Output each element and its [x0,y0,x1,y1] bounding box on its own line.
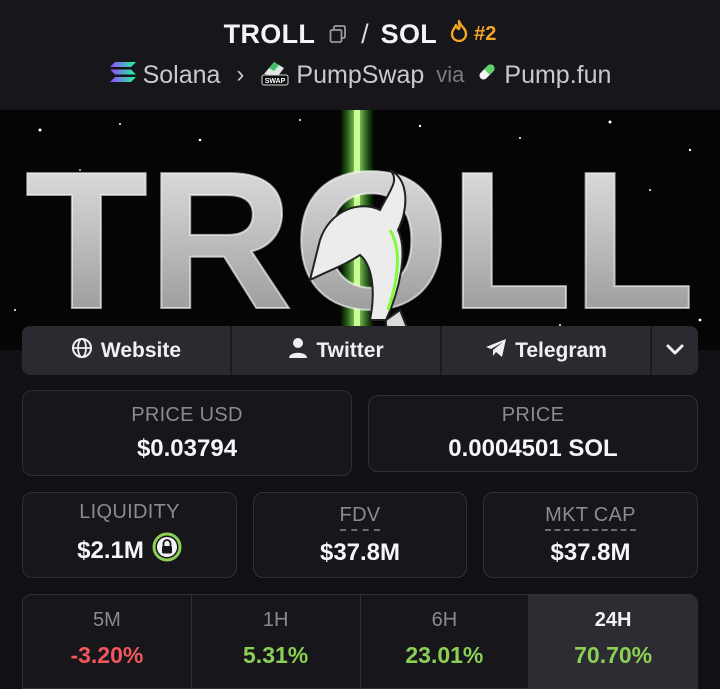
change-tab-value: 23.01% [405,642,484,668]
liquidity-label: LIQUIDITY [79,501,180,523]
change-tab-6h[interactable]: 6H 23.01% [361,595,530,688]
pair-separator: / [361,18,369,49]
change-tab-label: 6H [431,609,458,631]
globe-icon [71,337,93,365]
price-native-card: PRICE 0.0004501 SOL [368,395,698,472]
price-usd-card: PRICE USD $0.03794 [22,390,352,476]
chain-name: Solana [142,60,221,89]
change-tab-1h[interactable]: 1H 5.31% [192,595,361,688]
pumpswap-badge-text: SWAP [265,78,286,85]
change-tab-value: -3.20% [70,642,144,668]
launchpad-name: Pump.fun [504,60,612,89]
lock-icon[interactable] [152,532,182,569]
via-label: via [436,62,465,87]
pill-icon [476,61,498,90]
twitter-label: Twitter [316,338,384,362]
market-cap-value: $37.8M [550,538,631,566]
change-tab-value: 5.31% [243,642,309,668]
website-button[interactable]: Website [22,326,232,375]
change-tab-5m[interactable]: 5M -3.20% [23,595,192,688]
breadcrumb: Solana › SWAP PumpSwap via Pump.fun [0,58,720,92]
solana-icon [109,61,137,90]
change-tab-value: 70.70% [574,642,653,668]
more-links-button[interactable] [652,326,698,375]
fdv-label[interactable]: FDV [339,504,381,531]
change-tab-label: 5M [92,609,121,631]
change-tab-label: 24H [594,609,632,631]
copy-icon[interactable] [327,23,349,45]
dex-name: PumpSwap [296,60,425,89]
pair-title-row: TROLL / SOL #2 [0,14,720,54]
price-usd-value: $0.03794 [136,434,238,462]
market-cap-card: MKT CAP $37.8M [483,492,698,578]
twitter-button[interactable]: Twitter [232,326,442,375]
trending-rank: #2 [474,22,497,45]
dex-link[interactable]: SWAP PumpSwap [260,58,424,93]
website-label: Website [100,338,182,362]
fdv-value: $37.8M [319,538,401,566]
quote-symbol: SOL [380,18,438,49]
chain-link[interactable]: Solana [109,60,221,90]
fire-icon [449,19,469,48]
chevron-down-icon [665,339,685,363]
price-native-value: 0.0004501 SOL [448,435,618,462]
price-change-tabs: 5M -3.20% 1H 5.31% 6H 23.01% 24H 70.70% [22,594,698,689]
price-native-label: PRICE [501,404,565,426]
trending-rank-badge[interactable]: #2 [449,19,497,48]
pumpswap-icon: SWAP [260,58,290,93]
change-tab-label: 1H [262,609,289,631]
user-icon [288,337,308,365]
telegram-label: Telegram [515,338,607,362]
telegram-button[interactable]: Telegram [442,326,652,375]
change-tab-24h[interactable]: 24H 70.70% [529,595,697,688]
launchpad-link[interactable]: Pump.fun [476,61,611,90]
token-banner-image: TROLL [0,110,720,350]
price-usd-label: PRICE USD [131,403,243,426]
token-symbol: TROLL [223,18,316,49]
liquidity-value-row: $2.1M [77,532,182,569]
telegram-icon [485,338,507,364]
chevron-right-icon: › [236,61,245,88]
liquidity-card: LIQUIDITY $2.1M [22,492,237,578]
market-cap-label[interactable]: MKT CAP [545,504,636,531]
liquidity-value: $2.1M [77,536,144,564]
fdv-card: FDV $37.8M [253,492,467,578]
social-links-bar: Website Twitter Telegram [22,326,698,375]
pair-header: TROLL / SOL #2 Solana › SWAP PumpSwap vi… [0,0,720,110]
